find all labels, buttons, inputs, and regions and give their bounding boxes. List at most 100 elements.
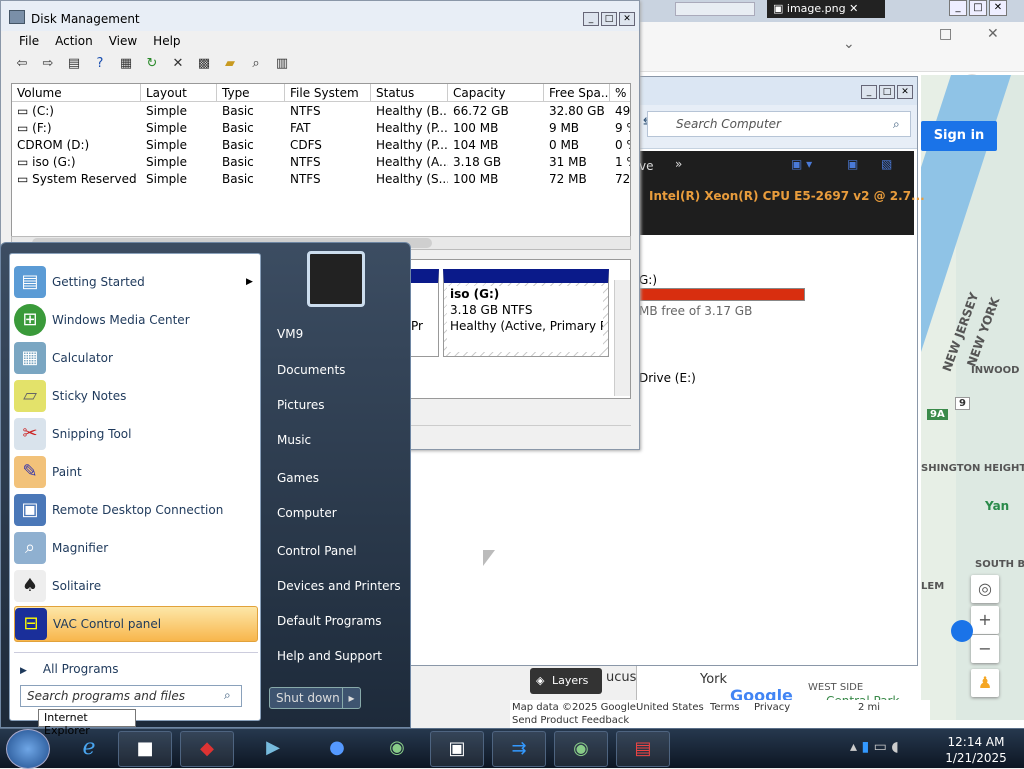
media-player-icon[interactable]: ▶ — [246, 731, 300, 767]
partition-block[interactable]: o, Pr — [396, 269, 439, 357]
program-calculator[interactable]: ▦ Calculator — [14, 340, 258, 376]
close-icon[interactable]: ✕ — [989, 0, 1007, 16]
chevron-right-icon[interactable]: ▶ — [246, 277, 253, 287]
list-view-icon[interactable]: ▥ — [273, 55, 291, 73]
menu-view[interactable]: View — [109, 34, 137, 48]
chevron-down-icon[interactable]: ⌄ — [843, 36, 855, 52]
network-globe-icon[interactable]: ◉ — [370, 731, 424, 767]
program-sticky-notes[interactable]: ▱ Sticky Notes — [14, 378, 258, 414]
partition-block-iso[interactable]: iso (G:) 3.18 GB NTFS Healthy (Active, P… — [443, 269, 609, 357]
map-view[interactable]: Sign in NEW JERSEY NEW YORK INWOOD SHING… — [921, 75, 1024, 720]
browser-tab-active[interactable]: ▣ image.png ✕ — [767, 0, 885, 18]
magnify-icon[interactable]: ⌕ — [247, 55, 265, 73]
start-link-computer[interactable]: Computer — [277, 506, 337, 520]
taskbar-app-icon[interactable]: ● — [310, 731, 364, 767]
refresh-icon[interactable]: ↻ — [143, 55, 161, 73]
all-programs-button[interactable]: ▶ All Programs — [20, 662, 119, 676]
menu-action[interactable]: Action — [55, 34, 93, 48]
network-icon[interactable]: ▭ — [874, 739, 887, 755]
delete-icon[interactable]: ✕ — [169, 55, 187, 73]
column-header[interactable]: File System — [285, 84, 371, 101]
sign-in-button[interactable]: Sign in — [921, 121, 997, 151]
open-folder-icon[interactable]: ▰ — [221, 55, 239, 73]
user-picture[interactable] — [307, 251, 365, 307]
shutdown-button[interactable]: Shut down ▸ — [269, 687, 361, 709]
show-hide-console-icon[interactable]: ▤ — [65, 55, 83, 73]
preview-pane-icon[interactable]: ▣ — [847, 157, 858, 171]
minimize-icon[interactable]: _ — [949, 0, 967, 16]
tray-app-icon[interactable]: ▮ — [861, 739, 869, 755]
pegman-icon[interactable]: ♟ — [971, 669, 999, 697]
country-link[interactable]: United States — [636, 702, 704, 713]
column-header[interactable]: % — [610, 84, 630, 101]
maximize-icon[interactable]: □ — [939, 26, 952, 42]
start-link-user[interactable]: VM9 — [277, 327, 303, 341]
forward-icon[interactable]: ⇨ — [39, 55, 57, 73]
program-snipping-tool[interactable]: ✂ Snipping Tool — [14, 416, 258, 452]
search-computer-input[interactable]: Search Computer — [647, 111, 911, 137]
start-link-control-panel[interactable]: Control Panel — [277, 544, 357, 558]
more-commands-icon[interactable]: » — [675, 157, 682, 171]
privacy-link[interactable]: Privacy — [754, 702, 790, 713]
taskbar-app-icon[interactable]: ◆ — [180, 731, 234, 767]
maximize-icon[interactable]: □ — [879, 85, 895, 99]
vertical-scrollbar[interactable] — [614, 280, 630, 396]
zoom-out-button[interactable]: − — [971, 635, 999, 663]
map-pin-icon[interactable] — [951, 620, 973, 642]
program-vac-control-panel[interactable]: ⊟ VAC Control panel — [14, 606, 258, 642]
start-link-documents[interactable]: Documents — [277, 363, 345, 377]
program-windows-media-center[interactable]: ⊞ Windows Media Center — [14, 302, 258, 338]
file-transfer-icon[interactable]: ⇉ — [492, 731, 546, 767]
table-row[interactable]: ▭ System Reserved Simple Basic NTFS Healthy … — [12, 171, 630, 188]
program-magnifier[interactable]: ⌕ Magnifier — [14, 530, 258, 566]
browser-tab-inactive[interactable] — [675, 2, 755, 16]
table-row[interactable]: CDROM (D:) Simple Basic CDFS Healthy (P... 10… — [12, 137, 630, 154]
column-header[interactable]: Capacity — [448, 84, 544, 101]
start-link-pictures[interactable]: Pictures — [277, 398, 325, 412]
start-search-input[interactable]: Search programs and files — [20, 685, 242, 707]
program-paint[interactable]: ✎ Paint — [14, 454, 258, 490]
toolbox-icon[interactable]: ▤ — [616, 731, 670, 767]
search-icon[interactable]: ⌕ — [224, 688, 231, 703]
maximize-icon[interactable]: □ — [969, 0, 987, 16]
chevron-right-icon[interactable]: ▸ — [342, 688, 360, 708]
zoom-in-button[interactable]: + — [971, 606, 999, 634]
table-row[interactable]: ▭ iso (G:) Simple Basic NTFS Healthy (A... 3.… — [12, 154, 630, 171]
feedback-link[interactable]: Send Product Feedback — [512, 715, 629, 726]
table-row[interactable]: ▭ (C:) Simple Basic NTFS Healthy (B... 66.72 … — [12, 103, 630, 120]
column-header[interactable]: Volume — [12, 84, 141, 101]
taskbar-app-icon[interactable]: ■ — [118, 731, 172, 767]
view-options-icon[interactable]: ▣ ▾ — [791, 157, 812, 171]
settings-icon[interactable]: ▩ — [195, 55, 213, 73]
menu-help[interactable]: Help — [153, 34, 180, 48]
start-link-music[interactable]: Music — [277, 433, 311, 447]
properties-icon[interactable]: ▦ — [117, 55, 135, 73]
close-icon[interactable]: ✕ — [987, 26, 999, 42]
terms-link[interactable]: Terms — [710, 702, 739, 713]
minimize-icon[interactable]: _ — [583, 12, 599, 26]
column-header[interactable]: Type — [217, 84, 285, 101]
start-link-default-programs[interactable]: Default Programs — [277, 614, 382, 628]
close-icon[interactable]: ✕ — [897, 85, 913, 99]
volume-icon[interactable]: ◖ — [891, 739, 898, 755]
program-getting-started[interactable]: ▤ Getting Started ▶ — [14, 264, 258, 300]
start-link-help-support[interactable]: Help and Support — [277, 649, 382, 663]
taskbar-clock[interactable]: 12:14 AM 1/21/2025 — [936, 734, 1016, 766]
layers-button[interactable]: ◈ Layers — [530, 668, 602, 694]
start-link-devices-printers[interactable]: Devices and Printers — [277, 579, 401, 593]
maximize-icon[interactable]: □ — [601, 12, 617, 26]
minimize-icon[interactable]: _ — [861, 85, 877, 99]
menu-file[interactable]: File — [19, 34, 39, 48]
table-row[interactable]: ▭ (F:) Simple Basic FAT Healthy (P... 100 MB 9… — [12, 120, 630, 137]
network-globe-icon[interactable]: ◉ — [554, 731, 608, 767]
column-header[interactable]: Layout — [141, 84, 217, 101]
back-icon[interactable]: ⇦ — [13, 55, 31, 73]
program-remote-desktop[interactable]: ▣ Remote Desktop Connection — [14, 492, 258, 528]
search-icon[interactable]: ⌕ — [893, 117, 900, 132]
my-location-icon[interactable]: ◎ — [971, 575, 999, 603]
drive-label[interactable]: G:) — [639, 273, 657, 287]
column-header[interactable]: Free Spa... — [544, 84, 610, 101]
column-header[interactable]: Status — [371, 84, 448, 101]
help-icon[interactable]: ? — [91, 55, 109, 73]
close-icon[interactable]: ✕ — [619, 12, 635, 26]
